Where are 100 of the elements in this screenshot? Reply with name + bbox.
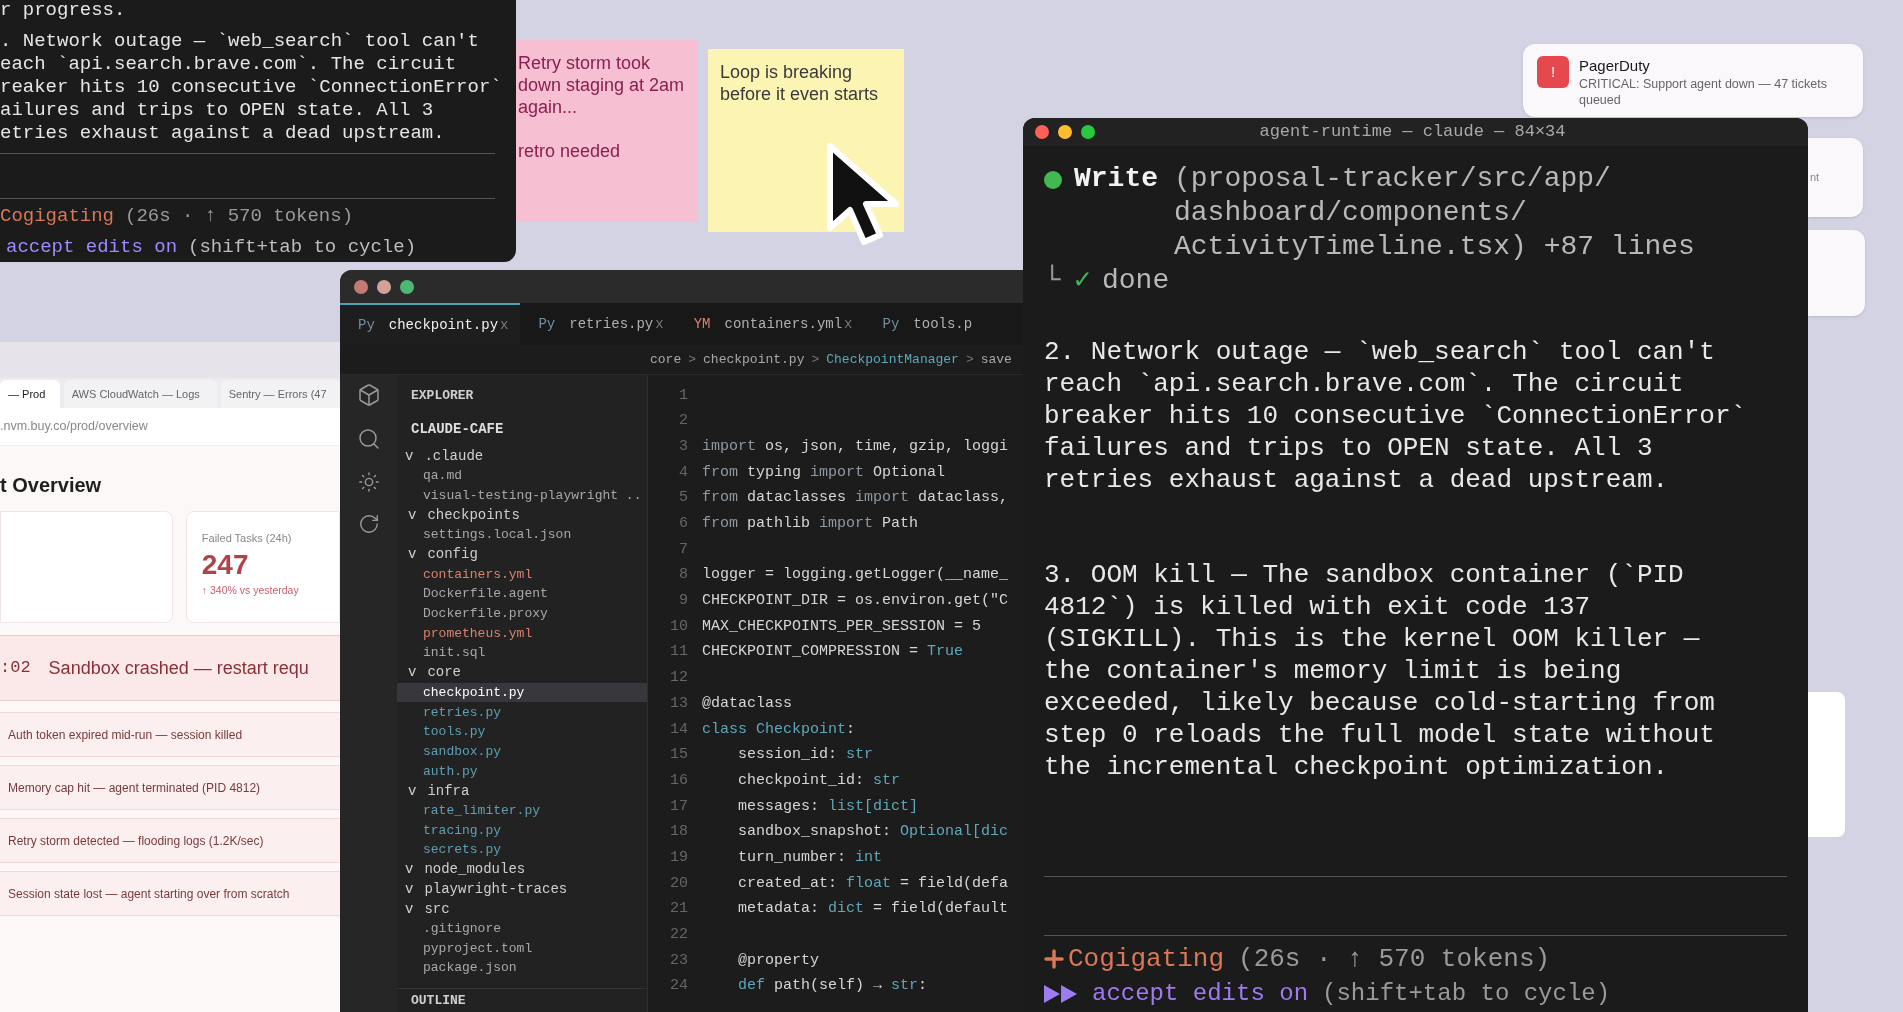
- window-control-icon[interactable]: [400, 279, 414, 294]
- code-line: created_at: float = field(defa: [737, 873, 1009, 894]
- notification-card[interactable]: nt: [1808, 138, 1863, 217]
- line-number: 9: [678, 591, 688, 612]
- event-text: Session state lost — agent starting over from scratch: [8, 885, 290, 903]
- code-line: class Checkpoint:: [702, 719, 856, 740]
- sun-icon[interactable]: [357, 471, 380, 493]
- editor-tab[interactable]: Py tools.p: [864, 303, 985, 345]
- close-icon[interactable]: x: [500, 314, 509, 336]
- file-item[interactable]: retries.py: [397, 702, 647, 723]
- code-line: messages: list[dict]: [737, 796, 919, 817]
- line-number: 22: [669, 925, 688, 946]
- breadcrumb-item[interactable]: core: [650, 349, 682, 370]
- asterisk-icon: [1044, 949, 1064, 969]
- line-number: 23: [669, 950, 688, 971]
- file-item[interactable]: .gitignore: [397, 919, 647, 939]
- mode-label: accept edits on: [1092, 980, 1309, 1008]
- code-line: @dataclass: [702, 693, 792, 714]
- browser-tab[interactable]: — Prod: [0, 380, 60, 408]
- double-arrow-icon: [1044, 985, 1078, 1003]
- editor-tab[interactable]: Py checkpoint.py x: [340, 303, 521, 345]
- close-icon[interactable]: x: [655, 313, 664, 335]
- cube-icon[interactable]: [356, 383, 381, 407]
- mode-hint: (shift+tab to cycle): [188, 236, 417, 259]
- line-number: 13: [669, 693, 688, 714]
- file-item[interactable]: pyproject.toml: [397, 938, 647, 959]
- notification-text: nt: [1810, 170, 1820, 186]
- file-item[interactable]: settings.local.json: [397, 525, 647, 545]
- result-text: done: [1102, 264, 1170, 298]
- window-control-icon[interactable]: [354, 279, 368, 294]
- line-number: 7: [678, 539, 688, 560]
- file-item[interactable]: sandbox.py: [397, 741, 647, 762]
- event-row[interactable]: Session state lost — agent starting over from scratch: [0, 871, 340, 916]
- event-text: Retry storm detected — flooding logs (1.2K/sec): [8, 832, 264, 850]
- event-row[interactable]: Auth token expired mid-run — session killed: [0, 712, 340, 757]
- close-icon[interactable]: x: [844, 313, 853, 335]
- breadcrumb-item[interactable]: checkpoint.py: [703, 349, 805, 370]
- code-line: import os, json, time, gzip, loggi: [702, 436, 1009, 457]
- circular-arrow-icon[interactable]: [357, 513, 380, 535]
- stat-value: 247: [201, 547, 250, 582]
- event-row[interactable]: Retry storm detected — flooding logs (1.2K/sec): [0, 818, 340, 863]
- event-row[interactable]: Memory cap hit — agent terminated (PID 4812): [0, 765, 340, 810]
- browser-tab[interactable]: AWS CloudWatch — Logs: [63, 380, 217, 408]
- file-type-label: Py: [358, 315, 375, 335]
- window-control-icon[interactable]: [1035, 125, 1049, 139]
- file-item[interactable]: checkpoint.py: [397, 682, 647, 703]
- window-control-icon[interactable]: [1058, 125, 1072, 139]
- line-number: 3: [678, 436, 688, 457]
- file-item[interactable]: tools.py: [397, 722, 647, 742]
- search-icon[interactable]: [356, 427, 381, 451]
- file-item[interactable]: containers.yml: [397, 564, 647, 585]
- file-item[interactable]: prometheus.yml: [397, 623, 647, 644]
- file-path: (proposal-tracker/src/app/ dashboard/components/ ActivityTimeline.tsx) +87 lines: [1174, 162, 1696, 264]
- folder-item[interactable]: v checkpoints: [397, 505, 647, 526]
- file-item[interactable]: Dockerfile.proxy: [397, 604, 647, 624]
- alert-icon: !: [1537, 56, 1569, 88]
- breadcrumb-item[interactable]: CheckpointManager: [826, 349, 959, 370]
- file-item[interactable]: init.sql: [397, 643, 647, 664]
- code-line: checkpoint_id: str: [737, 770, 901, 791]
- window-control-icon[interactable]: [377, 279, 391, 294]
- line-number: 5: [678, 488, 688, 509]
- file-item[interactable]: auth.py: [397, 761, 647, 782]
- folder-item[interactable]: v .claude: [397, 446, 647, 467]
- address-bar[interactable]: .nvm.buy.co/prod/overview: [0, 408, 340, 446]
- tool-name: Write: [1074, 162, 1159, 196]
- window-control-icon[interactable]: [1081, 125, 1095, 139]
- terminal-paragraph: 2. Network outage — `web_search` tool can't reach `api.search.brave.com`. The circuit breaker hits 10 consecutive `ConnectionError` failures and trips to OPEN state. All 3 retries exhaust against a dead upstream.: [1044, 336, 1747, 496]
- folder-item[interactable]: v config: [397, 544, 647, 565]
- terminal-paragraph: 3. OOM kill — The sandbox container (`PID 4812`) is killed with exit code 137 (SIGKILL). This is the kernel OOM killer — the container's memory limit is being exceeded, likely because cold-starting from step 0 reloads the full model state without the incremental checkpoint optimization.: [1044, 559, 1716, 783]
- code-line: from typing import Optional: [702, 462, 946, 483]
- folder-item[interactable]: v infra: [397, 781, 647, 801]
- folder-item[interactable]: v playwright-traces: [397, 879, 647, 900]
- tree-corner: └: [1044, 264, 1062, 298]
- line-number: 20: [669, 873, 688, 894]
- folder-item[interactable]: v core: [397, 663, 647, 683]
- browser-tab[interactable]: Sentry — Errors (47: [220, 380, 340, 408]
- file-item[interactable]: rate_limiter.py: [397, 800, 647, 821]
- notification-card[interactable]: ! PagerDuty CRITICAL: Support agent down — 47 tickets queued: [1523, 44, 1863, 117]
- file-item[interactable]: visual-testing-playwright ..: [397, 485, 647, 506]
- editor-tab[interactable]: Py retries.py x: [520, 303, 676, 345]
- line-number: 21: [669, 899, 688, 920]
- code-line: MAX_CHECKPOINTS_PER_SESSION = 5: [702, 616, 982, 637]
- code-line: from pathlib import Path: [702, 514, 919, 535]
- file-item[interactable]: qa.md: [397, 466, 647, 486]
- editor-tab[interactable]: YM containers.yml x: [675, 303, 865, 345]
- file-item[interactable]: tracing.py: [397, 820, 647, 841]
- folder-item[interactable]: v src: [397, 899, 647, 919]
- folder-item[interactable]: v node_modules: [397, 859, 647, 880]
- notification-title: PagerDuty: [1579, 56, 1651, 76]
- breadcrumb-separator: >: [688, 350, 697, 369]
- file-item[interactable]: Dockerfile.agent: [397, 584, 647, 604]
- file-item[interactable]: package.json: [397, 958, 647, 979]
- mode-label: accept edits on: [6, 236, 178, 259]
- status-verb: Cogigating: [0, 205, 115, 228]
- breadcrumb-item[interactable]: save: [980, 349, 1012, 370]
- code-line: turn_number: int: [737, 847, 883, 868]
- file-item[interactable]: secrets.py: [397, 840, 647, 860]
- line-number: 19: [669, 847, 688, 868]
- event-text: Auth token expired mid-run — session killed: [8, 726, 243, 744]
- code-line: def path(self) → str:: [737, 976, 928, 997]
